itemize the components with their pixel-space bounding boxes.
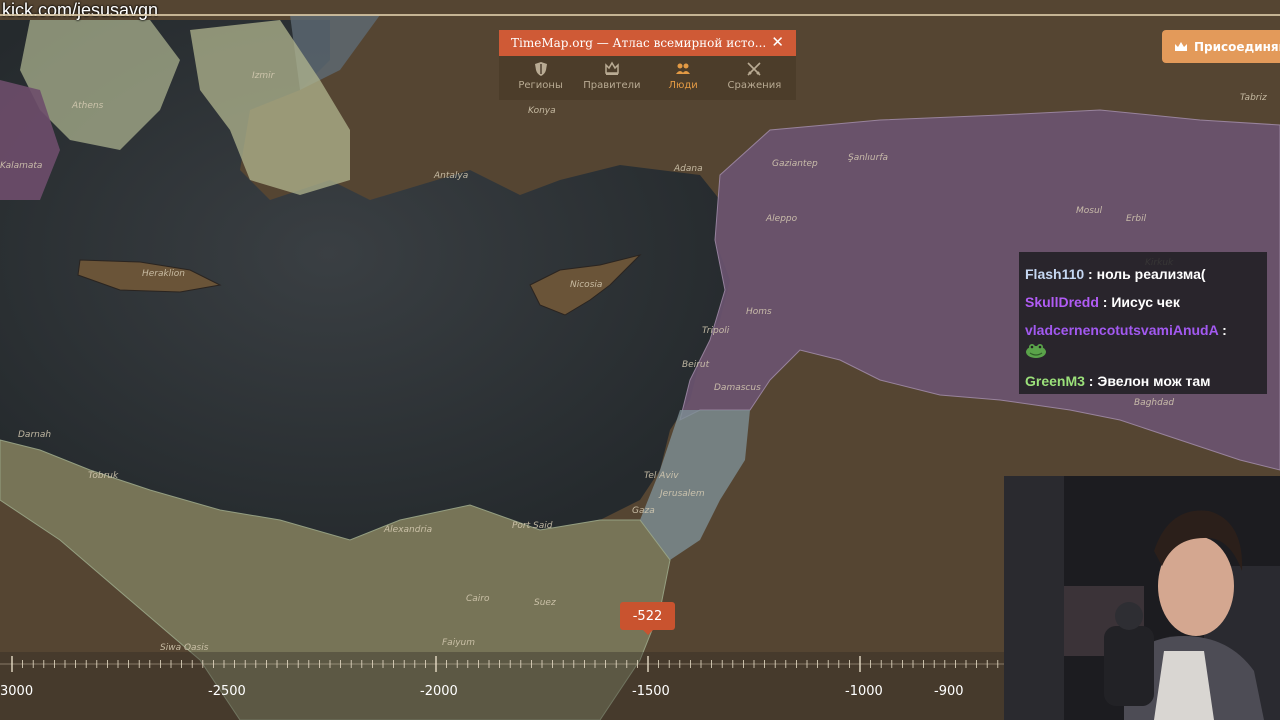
close-icon[interactable]: ✕	[771, 33, 784, 51]
tab-regions-label: Регионы	[518, 80, 563, 91]
chat-username: Flash110	[1025, 266, 1085, 282]
chat-message: GreenM3 : Эвелон мож там	[1025, 373, 1211, 389]
map-place-label: Erbil	[1126, 214, 1147, 224]
tab-people[interactable]: Люди	[648, 61, 718, 100]
chat-username: vladcernencotutsvamiAnudA	[1025, 322, 1219, 338]
timemap-title[interactable]: TimeMap.org — Атлас всемирной исто...	[511, 36, 766, 50]
map-place-label: Alexandria	[383, 525, 432, 535]
tab-battles-label: Сражения	[727, 80, 782, 91]
map-place-label: Antalya	[433, 171, 468, 181]
map-place-label: Darnah	[18, 430, 51, 440]
map-place-label: Şanlıurfa	[848, 153, 888, 163]
chat-separator: :	[1098, 294, 1112, 310]
crown-icon	[1175, 41, 1187, 51]
map-place-label: Kalamata	[0, 161, 42, 171]
chat-text: Иисус чек	[1111, 294, 1180, 310]
chat-message: SkullDredd : Иисус чек	[1025, 294, 1180, 310]
map-place-label: Tabriz	[1240, 93, 1267, 103]
timemap-header[interactable]: TimeMap.org — Атлас всемирной исто... ✕	[499, 30, 796, 56]
map-place-label: Konya	[528, 106, 556, 116]
timeline-label: -2000	[420, 684, 458, 699]
chat-separator: :	[1218, 322, 1227, 338]
map-place-label: Homs	[746, 307, 772, 317]
chat-message: vladcernencotutsvamiAnudA :	[1025, 322, 1227, 338]
timemap-tabs: Регионы Правители Люди Сражения	[499, 56, 796, 100]
map-place-label: Faiyum	[442, 638, 475, 648]
timeline-label: 3000	[0, 684, 33, 699]
chat-separator: :	[1084, 266, 1097, 282]
stream-watermark: kick.com/jesusavgn	[2, 0, 159, 20]
join-button-label: Присоединяй	[1194, 39, 1280, 54]
frog-emote-icon	[1026, 344, 1046, 358]
map-place-label: Suez	[534, 598, 556, 608]
map-place-label: Tel Aviv	[644, 471, 679, 481]
timeline-label: -900	[934, 684, 964, 699]
map-place-label: Port Said	[512, 521, 553, 531]
map-place-label: Mosul	[1076, 206, 1103, 216]
timeline-label: -1500	[632, 684, 670, 699]
map-place-label: Damascus	[714, 383, 761, 393]
map-place-label: Beirut	[682, 360, 710, 370]
map-place-label: Tripoli	[702, 326, 730, 336]
chat-username: SkullDredd	[1025, 294, 1099, 310]
webcam-feed	[1004, 476, 1280, 720]
join-button[interactable]: Присоединяй	[1162, 30, 1280, 63]
map-place-label: Cairo	[466, 594, 490, 604]
chat-emote	[1025, 342, 1047, 361]
map-place-label: Gaziantep	[772, 159, 818, 169]
map-place-label: Gaza	[632, 506, 655, 516]
chat-message: Flash110 : ноль реализма(	[1025, 266, 1206, 282]
chat-username: GreenM3	[1025, 373, 1085, 389]
map-place-label: Tobruk	[88, 471, 119, 481]
map-place-label: Nicosia	[570, 280, 602, 290]
chat-separator: :	[1084, 373, 1098, 389]
chat-text: ноль реализма(	[1096, 266, 1206, 282]
tab-rulers-label: Правители	[583, 80, 641, 91]
crown-icon	[605, 61, 619, 75]
timeline-label: -1000	[845, 684, 883, 699]
tab-people-label: Люди	[668, 80, 698, 91]
tab-rulers[interactable]: Правители	[577, 61, 647, 100]
map-place-label: Adana	[673, 164, 703, 174]
crossed-swords-icon	[747, 62, 761, 76]
current-year-badge[interactable]: -522	[620, 602, 675, 635]
map-place-label: Heraklion	[142, 269, 185, 279]
map-place-label: Aleppo	[765, 214, 798, 224]
map-place-label: Jerusalem	[658, 489, 705, 499]
timemap-panel: TimeMap.org — Атлас всемирной исто... ✕ …	[499, 30, 796, 100]
map-place-label: Baghdad	[1134, 398, 1174, 408]
people-icon	[676, 63, 691, 74]
top-divider	[0, 14, 1280, 16]
chat-text: Эвелон мож там	[1097, 373, 1211, 389]
timeline-label: -2500	[208, 684, 246, 699]
map-place-label: Athens	[71, 101, 104, 111]
shield-icon	[534, 62, 547, 76]
tab-battles[interactable]: Сражения	[719, 61, 789, 100]
timeline-slider[interactable]: 3000 -2500 -2000 -1500 -1000 -900	[0, 652, 1004, 720]
map-place-label: Izmir	[252, 71, 276, 81]
stream-chat: Flash110 : ноль реализма( SkullDredd : И…	[1019, 252, 1267, 394]
tab-regions[interactable]: Регионы	[506, 61, 576, 100]
